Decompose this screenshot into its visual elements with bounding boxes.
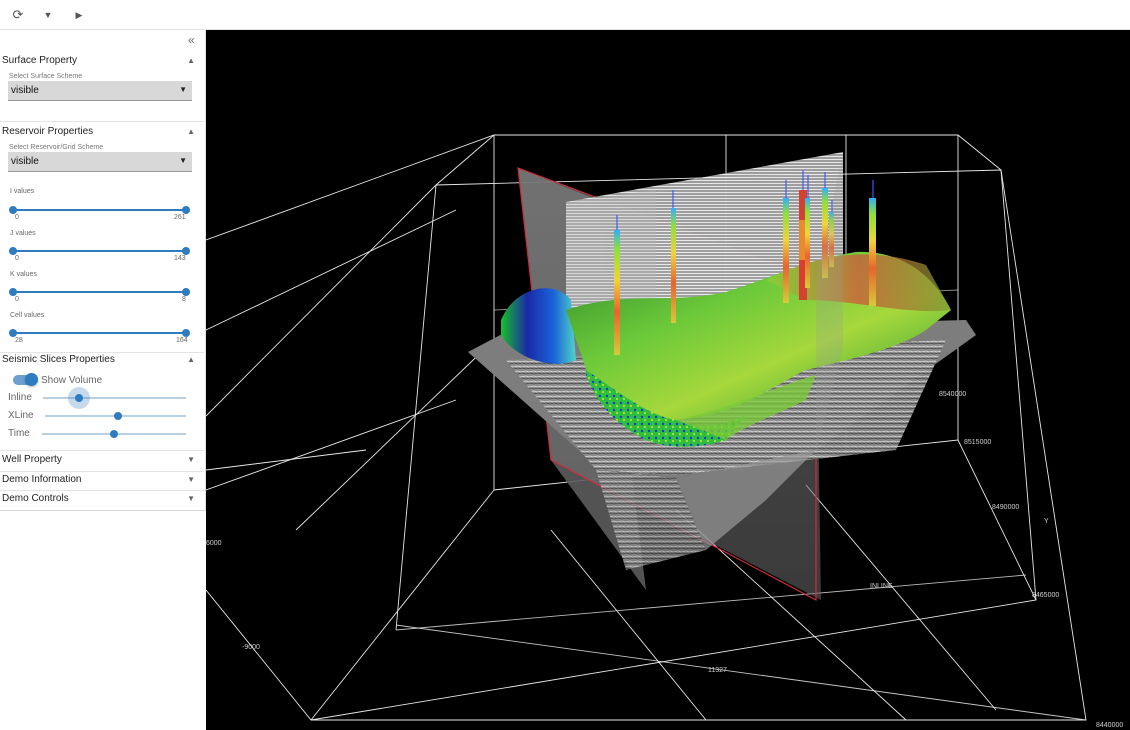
range-max-value: 8 xyxy=(182,296,186,303)
section-header-demo-controls[interactable]: Demo Controls ▼ xyxy=(0,490,204,510)
range-thumb-max-k[interactable] xyxy=(182,288,190,296)
chevron-up-icon: ▲ xyxy=(187,355,195,364)
control-panel: « Surface Property ▲ Select Surface Sche… xyxy=(0,30,206,511)
range-thumb-min-cell[interactable] xyxy=(9,329,17,337)
range-label-k: K values xyxy=(10,271,37,278)
slider-label-xline: XLine xyxy=(8,410,34,421)
section-header-seismic-slices[interactable]: Seismic Slices Properties ▲ xyxy=(0,351,204,371)
inline-slider-track[interactable] xyxy=(43,397,186,399)
show-volume-toggle[interactable] xyxy=(13,373,38,386)
range-label-cell: Cell values xyxy=(10,312,45,319)
divider xyxy=(0,121,204,122)
range-max-value: 261 xyxy=(174,214,186,221)
left-tick-label: 6000 xyxy=(206,540,222,547)
caret-down-icon[interactable]: ▼ xyxy=(39,6,57,24)
well-3 xyxy=(783,180,789,303)
3d-viewport[interactable]: Y 8540000 8515000 8490000 8465000 844000… xyxy=(206,30,1130,730)
range-min-value: 0 xyxy=(15,255,19,262)
well-2 xyxy=(671,190,676,323)
well-8 xyxy=(869,180,876,306)
y-axis-label: Y xyxy=(1044,518,1049,525)
play-icon[interactable]: ▶ xyxy=(70,6,88,24)
y-tick-label: 8540000 xyxy=(939,391,966,398)
section-header-surface-property[interactable]: Surface Property ▲ xyxy=(0,52,204,72)
surface-scheme-select[interactable]: visible ▼ xyxy=(8,81,192,101)
range-min-value: 28 xyxy=(15,337,23,344)
range-label-j: J values xyxy=(10,230,36,237)
well-1 xyxy=(614,215,620,355)
section-title: Well Property xyxy=(2,454,62,465)
range-thumb-max-j[interactable] xyxy=(182,247,190,255)
section-title: Surface Property xyxy=(2,55,78,66)
section-header-well-property[interactable]: Well Property ▼ xyxy=(0,451,204,471)
chevron-up-icon: ▲ xyxy=(187,56,195,65)
toggle-knob xyxy=(25,373,38,386)
range-track-k[interactable] xyxy=(12,291,186,293)
section-title: Demo Information xyxy=(2,474,82,485)
section-header-reservoir-properties[interactable]: Reservoir Properties ▲ xyxy=(0,123,204,143)
caret-down-icon: ▼ xyxy=(179,85,187,94)
show-volume-label: Show Volume xyxy=(41,375,103,386)
range-thumb-min-i[interactable] xyxy=(9,206,17,214)
range-min-value: 0 xyxy=(15,214,19,221)
y-tick-label: 8440000 xyxy=(1096,722,1123,729)
range-thumb-min-j[interactable] xyxy=(9,247,17,255)
slider-label-time: Time xyxy=(8,428,30,439)
range-thumb-max-i[interactable] xyxy=(182,206,190,214)
y-tick-label: 8515000 xyxy=(964,439,991,446)
range-track-i[interactable] xyxy=(12,209,186,211)
xline-slider-thumb[interactable] xyxy=(114,412,123,420)
chevron-up-icon: ▲ xyxy=(187,127,195,136)
surface-scheme-label: Select Surface Scheme xyxy=(9,73,83,80)
caret-down-icon: ▼ xyxy=(179,156,187,165)
range-track-cell[interactable] xyxy=(12,332,186,334)
inline-axis-label: INLINE xyxy=(870,583,893,590)
inline-slider-thumb[interactable] xyxy=(74,394,83,402)
top-toolbar: ⟳ ▼ ▶ xyxy=(0,0,1130,30)
range-label-i: I values xyxy=(10,188,35,195)
reservoir-scheme-label: Select Reservoir/Grid Scheme xyxy=(9,144,104,151)
time-slider-thumb[interactable] xyxy=(110,430,118,438)
reservoir-scheme-select[interactable]: visible ▼ xyxy=(8,152,192,172)
range-max-value: 143 xyxy=(174,255,186,262)
left-tick-label: -9000 xyxy=(242,644,260,651)
range-thumb-min-k[interactable] xyxy=(9,288,17,296)
range-max-value: 164 xyxy=(176,337,188,344)
chevron-down-icon: ▼ xyxy=(187,475,195,484)
chevron-down-icon: ▼ xyxy=(187,455,195,464)
range-thumb-max-cell[interactable] xyxy=(182,329,190,337)
xline-tick-label: 11327 xyxy=(708,667,727,674)
range-min-value: 0 xyxy=(15,296,19,303)
chevron-down-icon: ▼ xyxy=(187,494,195,503)
section-title: Demo Controls xyxy=(2,493,69,504)
select-value: visible xyxy=(11,85,39,96)
range-track-j[interactable] xyxy=(12,250,186,252)
slider-label-inline: Inline xyxy=(8,392,32,403)
section-header-demo-information[interactable]: Demo Information ▼ xyxy=(0,471,204,491)
refresh-icon[interactable]: ⟳ xyxy=(9,6,27,24)
double-chevron-left-icon[interactable]: « xyxy=(188,33,195,47)
select-value: visible xyxy=(11,156,39,167)
y-tick-label: 8465000 xyxy=(1032,592,1059,599)
seismic-3d-scene[interactable]: Y 8540000 8515000 8490000 8465000 844000… xyxy=(206,30,1130,730)
section-title: Reservoir Properties xyxy=(2,126,94,137)
y-tick-label: 8490000 xyxy=(992,504,1019,511)
section-title: Seismic Slices Properties xyxy=(2,354,115,365)
